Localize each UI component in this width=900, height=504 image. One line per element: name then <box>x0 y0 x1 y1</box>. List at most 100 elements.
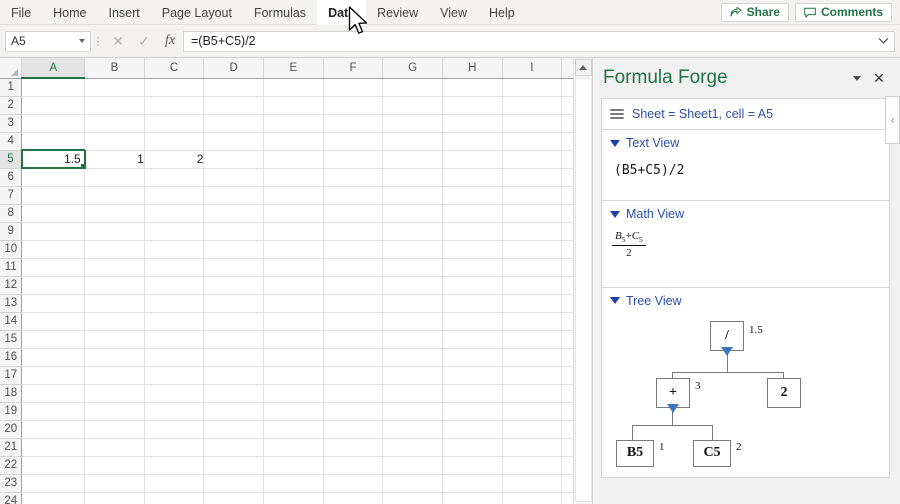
cell-d2[interactable] <box>203 96 265 115</box>
cell-a2[interactable] <box>21 96 86 115</box>
spreadsheet-grid[interactable]: A B C D E F G H I 1 2 3 4 5 1.5 1 2 6 7 8 9 10 11 12 13… <box>0 58 592 504</box>
cell-d14[interactable] <box>203 312 265 331</box>
column-header-a[interactable]: A <box>21 58 86 79</box>
cell-b24[interactable] <box>84 492 145 504</box>
cell-d10[interactable] <box>203 240 265 259</box>
cell-c19[interactable] <box>144 402 205 421</box>
cell-g24[interactable] <box>382 492 443 504</box>
cell-f8[interactable] <box>323 204 384 223</box>
comments-button[interactable]: Comments <box>794 2 892 22</box>
cell-i21[interactable] <box>502 438 563 457</box>
cell-e21[interactable] <box>263 438 324 457</box>
cell-h18[interactable] <box>442 384 503 403</box>
cell-f23[interactable] <box>323 474 384 493</box>
cell-a13[interactable] <box>21 294 86 313</box>
cell-e12[interactable] <box>263 276 324 295</box>
cell-a19[interactable] <box>21 402 86 421</box>
cell-f4[interactable] <box>323 132 384 151</box>
cell-a10[interactable] <box>21 240 86 259</box>
cell-e10[interactable] <box>263 240 324 259</box>
cell-h17[interactable] <box>442 366 503 385</box>
cell-b18[interactable] <box>84 384 145 403</box>
cell-i8[interactable] <box>502 204 563 223</box>
cell-c20[interactable] <box>144 420 205 439</box>
cell-f13[interactable] <box>323 294 384 313</box>
cell-a21[interactable] <box>21 438 86 457</box>
row-header-6[interactable]: 6 <box>0 168 23 187</box>
cell-e22[interactable] <box>263 456 324 475</box>
cell-g14[interactable] <box>382 312 443 331</box>
row-header-14[interactable]: 14 <box>0 312 23 331</box>
cell-a6[interactable] <box>21 168 86 187</box>
cell-b20[interactable] <box>84 420 145 439</box>
row-header-10[interactable]: 10 <box>0 240 23 259</box>
cell-h19[interactable] <box>442 402 503 421</box>
ribbon-tab-page-layout[interactable]: Page Layout <box>151 0 243 25</box>
cell-b7[interactable] <box>84 186 145 205</box>
cell-d16[interactable] <box>203 348 265 367</box>
cell-h2[interactable] <box>442 96 503 115</box>
cell-e8[interactable] <box>263 204 324 223</box>
row-header-22[interactable]: 22 <box>0 456 23 475</box>
cell-h1[interactable] <box>442 78 503 97</box>
cell-i2[interactable] <box>502 96 563 115</box>
cell-i12[interactable] <box>502 276 563 295</box>
cell-i6[interactable] <box>502 168 563 187</box>
cell-g2[interactable] <box>382 96 443 115</box>
cell-f20[interactable] <box>323 420 384 439</box>
cell-i4[interactable] <box>502 132 563 151</box>
cell-c8[interactable] <box>144 204 205 223</box>
cell-b2[interactable] <box>84 96 145 115</box>
cell-e4[interactable] <box>263 132 324 151</box>
grid-vertical-scrollbar[interactable] <box>573 58 592 504</box>
cell-a4[interactable] <box>21 132 86 151</box>
ribbon-tab-file[interactable]: File <box>0 0 42 25</box>
cell-d19[interactable] <box>203 402 265 421</box>
cell-b15[interactable] <box>84 330 145 349</box>
cell-d24[interactable] <box>203 492 265 504</box>
row-header-16[interactable]: 16 <box>0 348 23 367</box>
cell-g11[interactable] <box>382 258 443 277</box>
section-text-view-header[interactable]: Text View <box>602 130 889 153</box>
cell-h12[interactable] <box>442 276 503 295</box>
cell-c14[interactable] <box>144 312 205 331</box>
cell-h13[interactable] <box>442 294 503 313</box>
cell-f1[interactable] <box>323 78 384 97</box>
cell-f22[interactable] <box>323 456 384 475</box>
row-header-13[interactable]: 13 <box>0 294 23 313</box>
cell-c15[interactable] <box>144 330 205 349</box>
cell-d17[interactable] <box>203 366 265 385</box>
cancel-icon[interactable]: ✕ <box>105 31 131 52</box>
cell-b19[interactable] <box>84 402 145 421</box>
cell-b3[interactable] <box>84 114 145 133</box>
cell-c16[interactable] <box>144 348 205 367</box>
cell-i17[interactable] <box>502 366 563 385</box>
cell-i24[interactable] <box>502 492 563 504</box>
cell-b21[interactable] <box>84 438 145 457</box>
cell-a5[interactable]: 1.5 <box>20 149 86 169</box>
cell-e23[interactable] <box>263 474 324 493</box>
ribbon-tab-home[interactable]: Home <box>42 0 97 25</box>
name-box-dropdown-icon[interactable] <box>79 39 85 43</box>
row-header-18[interactable]: 18 <box>0 384 23 403</box>
cell-d12[interactable] <box>203 276 265 295</box>
cell-e24[interactable] <box>263 492 324 504</box>
cell-e19[interactable] <box>263 402 324 421</box>
cell-e5[interactable] <box>263 150 324 169</box>
cell-d3[interactable] <box>203 114 265 133</box>
cell-f24[interactable] <box>323 492 384 504</box>
cell-c13[interactable] <box>144 294 205 313</box>
cell-i14[interactable] <box>502 312 563 331</box>
row-header-4[interactable]: 4 <box>0 132 23 151</box>
cell-c18[interactable] <box>144 384 205 403</box>
tree-node-literal-two[interactable]: 2 <box>767 377 801 408</box>
tree-node-c5[interactable]: C5 <box>693 439 731 467</box>
cell-a17[interactable] <box>21 366 86 385</box>
cell-b14[interactable] <box>84 312 145 331</box>
cell-f9[interactable] <box>323 222 384 241</box>
insert-function-icon[interactable]: fx <box>157 31 183 52</box>
cell-i20[interactable] <box>502 420 563 439</box>
cell-b8[interactable] <box>84 204 145 223</box>
cell-c9[interactable] <box>144 222 205 241</box>
cell-e3[interactable] <box>263 114 324 133</box>
